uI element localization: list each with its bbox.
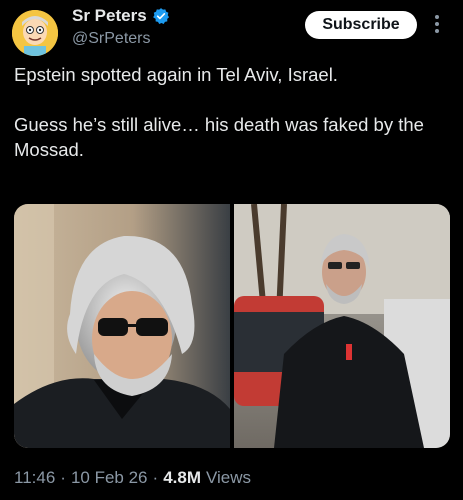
tweet-text-line: Epstein spotted again in Tel Aviv, Israe… [14, 64, 338, 85]
verified-badge-icon [152, 8, 169, 24]
media-photo[interactable] [234, 204, 450, 448]
media-photo[interactable] [14, 204, 230, 448]
tweet-text: Epstein spotted again in Tel Aviv, Israe… [14, 62, 454, 162]
tweet-header: Sr Peters @SrPeters Subscribe [0, 0, 463, 60]
tweet-date[interactable]: 10 Feb 26 [71, 468, 148, 488]
tweet-time[interactable]: 11:46 [14, 468, 55, 488]
author-handle[interactable]: @SrPeters [72, 30, 150, 48]
cartoon-avatar-icon[interactable] [12, 10, 58, 56]
media-grid [14, 204, 450, 448]
views-label: Views [205, 468, 252, 487]
views-count: 4.8M [163, 468, 201, 487]
subscribe-button[interactable]: Subscribe [305, 11, 417, 39]
author-display-name[interactable]: Sr Peters [72, 6, 147, 26]
tweet-meta: 11:46 · 10 Feb 26 · 4.8M Views [14, 468, 251, 488]
meta-separator: · [152, 468, 159, 487]
more-vertical-icon[interactable] [430, 13, 444, 35]
meta-separator: · [60, 468, 66, 487]
tweet-text-line: Guess he’s still alive… his death was fa… [14, 114, 424, 160]
